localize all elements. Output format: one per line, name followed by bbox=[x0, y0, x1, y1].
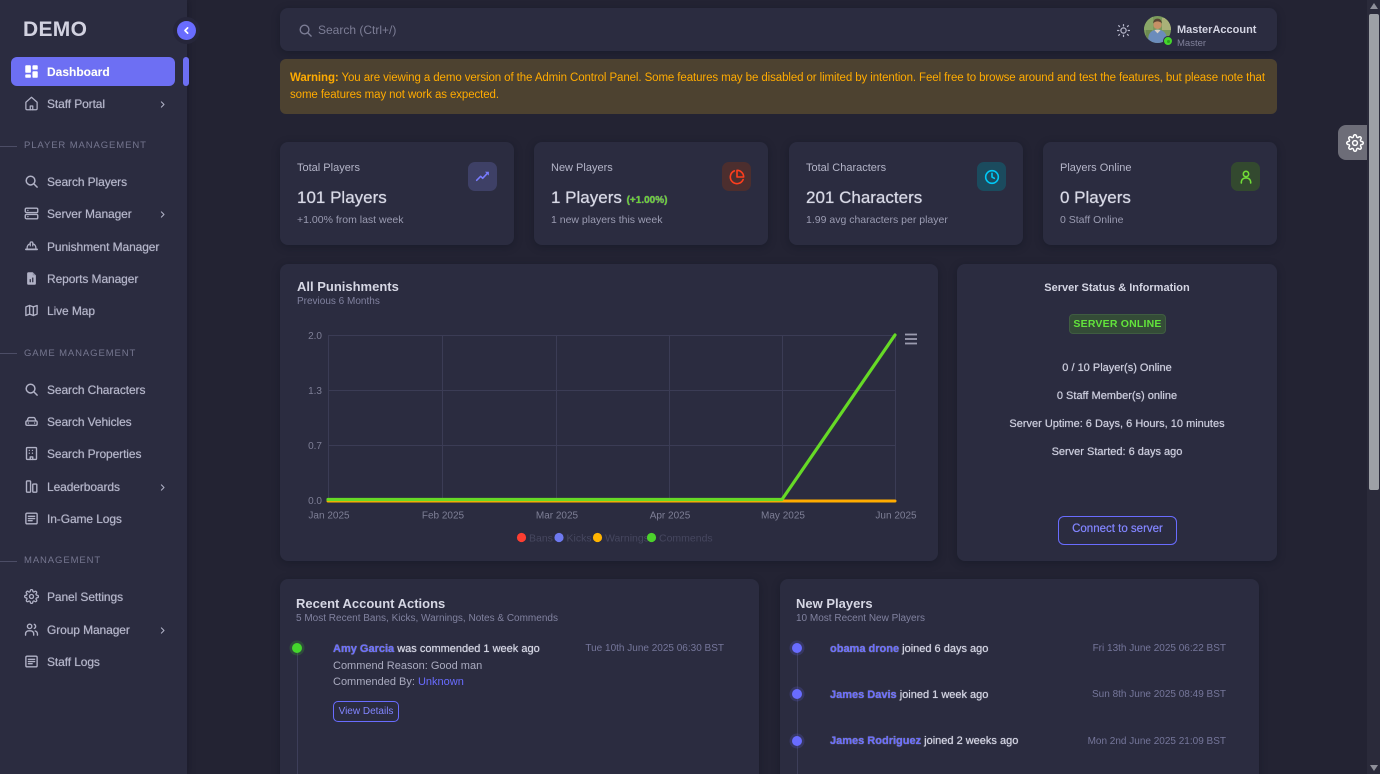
svg-text:Kicks: Kicks bbox=[567, 533, 592, 545]
svg-text:May 2025: May 2025 bbox=[761, 511, 805, 522]
svg-text:0.0: 0.0 bbox=[308, 496, 322, 507]
svg-text:Apr 2025: Apr 2025 bbox=[650, 511, 691, 522]
svg-text:Jan 2025: Jan 2025 bbox=[308, 511, 350, 522]
svg-text:Bans: Bans bbox=[529, 533, 553, 545]
svg-text:2.0: 2.0 bbox=[308, 331, 322, 342]
svg-text:0.7: 0.7 bbox=[308, 441, 322, 452]
svg-text:Mar 2025: Mar 2025 bbox=[536, 511, 579, 522]
svg-text:1.3: 1.3 bbox=[308, 386, 322, 397]
svg-text:Commends: Commends bbox=[659, 533, 713, 545]
svg-text:Feb 2025: Feb 2025 bbox=[422, 511, 465, 522]
svg-text:Jun 2025: Jun 2025 bbox=[875, 511, 917, 522]
svg-text:Warnings: Warnings bbox=[605, 533, 649, 545]
